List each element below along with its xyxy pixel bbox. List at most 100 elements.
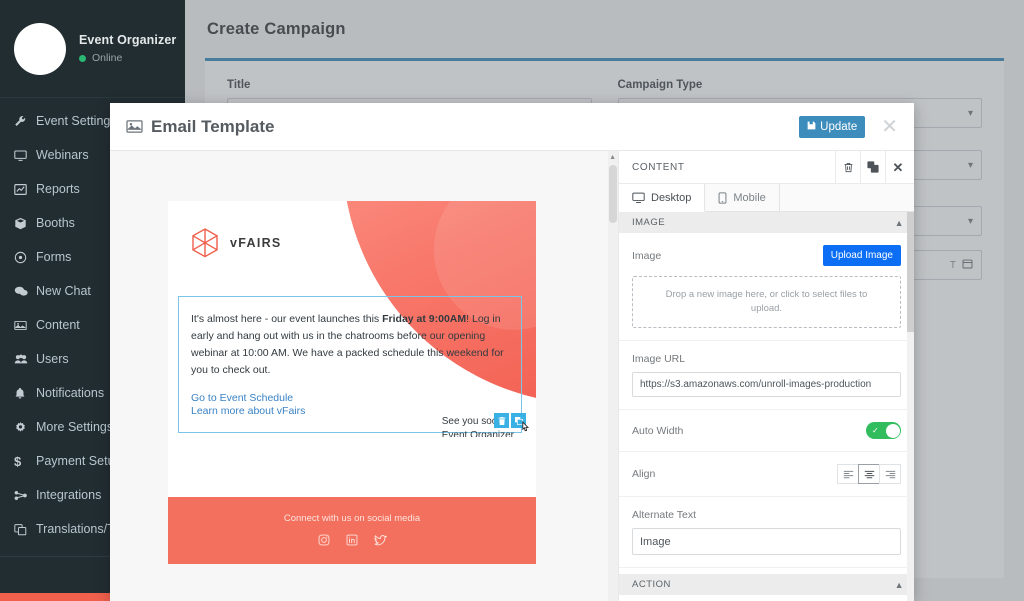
- tab-mobile[interactable]: Mobile: [705, 184, 780, 211]
- row-auto-width: Auto Width ✓: [619, 410, 914, 452]
- cube-icon: [14, 217, 36, 230]
- settings-scrollbar-thumb[interactable]: [907, 212, 914, 332]
- sidebar-item-label: More Settings: [36, 420, 114, 434]
- alternate-text-input[interactable]: Image: [632, 528, 901, 555]
- app-root: Create Campaign Title Campaign Type ▾ ▾: [0, 0, 1024, 601]
- sidebar-item-label: Payment Setup: [36, 454, 122, 468]
- settings-scroll-body: IMAGE ▲ Image Upload Image Drop a new im…: [619, 212, 914, 601]
- mobile-icon: [718, 192, 727, 204]
- alternate-text-label: Alternate Text: [632, 509, 697, 521]
- align-label: Align: [632, 468, 656, 480]
- modal-title-text: Email Template: [151, 116, 275, 136]
- translate-icon: [14, 523, 36, 536]
- align-center-button[interactable]: [858, 464, 880, 484]
- circle-dot-icon: [14, 251, 36, 264]
- monitor-icon: [14, 149, 36, 162]
- align-right-button[interactable]: [879, 464, 901, 484]
- signature-line-2: Event Organizer: [441, 429, 514, 438]
- plug-icon: [14, 489, 36, 502]
- sidebar-item-label: Reports: [36, 182, 80, 196]
- sidebar-item-label: Event Settings: [36, 114, 117, 128]
- email-preview-pane: vFAIRS It's almost here - our event laun…: [110, 151, 618, 601]
- image-url-label: Image URL: [632, 353, 686, 365]
- toggle-knob: [885, 423, 900, 438]
- users-icon: [14, 353, 36, 366]
- trash-icon[interactable]: [494, 413, 509, 428]
- email-hero: vFAIRS It's almost here - our event laun…: [168, 201, 536, 437]
- update-button[interactable]: Update: [799, 115, 866, 138]
- section-header-action[interactable]: ACTION ▲: [619, 574, 914, 595]
- avatar: [14, 22, 66, 75]
- chat-bubble-icon: [14, 285, 36, 298]
- tab-mobile-label: Mobile: [733, 192, 766, 204]
- preview-scrollbar[interactable]: ▲: [608, 151, 618, 601]
- update-button-label: Update: [820, 120, 858, 133]
- content-settings-panel: CONTENT ✕ Desktop Mobile IMAGE ▲ Image U…: [618, 150, 914, 601]
- close-icon[interactable]: ✕: [885, 150, 914, 184]
- modal-body: vFAIRS It's almost here - our event laun…: [110, 150, 914, 601]
- save-icon: [807, 121, 816, 133]
- image-icon: [14, 319, 36, 332]
- auto-width-label: Auto Width: [632, 424, 684, 437]
- settings-header: CONTENT ✕: [619, 150, 914, 184]
- gear-icon: [14, 421, 36, 434]
- align-left-button[interactable]: [837, 464, 859, 484]
- sidebar-item-label: Users: [36, 352, 69, 366]
- email-template-modal: Email Template Update ✕ vFAIRS It's almo…: [110, 103, 914, 601]
- tab-desktop-label: Desktop: [651, 192, 692, 204]
- settings-header-title: CONTENT: [632, 161, 685, 173]
- section-header-image[interactable]: IMAGE ▲: [619, 212, 914, 233]
- email-body-paragraph: It's almost here - our event launches th…: [191, 313, 504, 376]
- row-image-url: Image URL https://s3.amazonaws.com/unrol…: [619, 341, 914, 410]
- tab-desktop[interactable]: Desktop: [619, 184, 706, 212]
- image-url-input[interactable]: https://s3.amazonaws.com/unroll-images-p…: [632, 372, 901, 397]
- duplicate-icon[interactable]: [860, 150, 885, 184]
- sidebar-item-label: Forms: [36, 250, 72, 264]
- modal-header: Email Template Update ✕: [110, 103, 914, 151]
- email-link-event-schedule[interactable]: Go to Event Schedule: [191, 392, 509, 405]
- sidebar-user-name: Event Organizer: [79, 33, 177, 47]
- online-status-dot: [79, 54, 86, 62]
- chevron-up-icon: ▲: [894, 579, 904, 590]
- section-image-title: IMAGE: [632, 217, 666, 228]
- twitter-icon[interactable]: [374, 534, 387, 546]
- sidebar-user-panel[interactable]: Event Organizer Online: [0, 0, 185, 98]
- sidebar-item-label: Booths: [36, 216, 75, 230]
- chevron-up-icon[interactable]: ▲: [609, 154, 616, 161]
- email-body-bold: Friday at 9:00AM: [382, 313, 467, 325]
- modal-title: Email Template: [126, 117, 274, 137]
- sidebar-item-label: Integrations: [36, 488, 102, 502]
- sidebar-item-label: Webinars: [36, 148, 89, 162]
- check-icon: ✓: [872, 426, 879, 435]
- email-text-block-selected[interactable]: It's almost here - our event launches th…: [178, 296, 522, 434]
- auto-width-toggle[interactable]: ✓: [866, 422, 901, 439]
- sidebar-item-label: Notifications: [36, 386, 105, 400]
- vfairs-logo-icon: [190, 227, 220, 259]
- sidebar-user-status: Online: [92, 52, 123, 64]
- footer-text: Connect with us on social media: [283, 513, 421, 524]
- device-tabs: Desktop Mobile: [619, 184, 914, 212]
- upload-image-button[interactable]: Upload Image: [822, 245, 901, 266]
- row-align: Align: [619, 452, 914, 497]
- section-action-title: ACTION: [632, 579, 671, 590]
- email-footer: Connect with us on social media: [168, 497, 536, 564]
- row-image-link: Image Link Open Website ▼: [619, 595, 914, 601]
- align-button-group: [837, 464, 901, 484]
- footer-social-icons: [168, 534, 536, 546]
- settings-scrollbar[interactable]: [907, 212, 914, 601]
- preview-scrollbar-thumb[interactable]: [609, 165, 617, 223]
- row-alternate-text: Alternate Text Image: [619, 497, 914, 568]
- row-image-upload: Image Upload Image Drop a new image here…: [619, 233, 914, 341]
- sidebar-item-label: New Chat: [36, 284, 91, 298]
- linkedin-icon[interactable]: [346, 534, 358, 546]
- delete-icon[interactable]: [835, 150, 860, 184]
- chevron-up-icon: ▲: [894, 217, 904, 228]
- close-icon[interactable]: ✕: [875, 117, 904, 137]
- email-logo: vFAIRS: [190, 227, 282, 259]
- bell-icon: [14, 387, 36, 400]
- block-toolbar: [494, 413, 526, 428]
- instagram-icon[interactable]: [318, 534, 330, 546]
- duplicate-icon[interactable]: [511, 413, 526, 428]
- image-dropzone[interactable]: Drop a new image here, or click to selec…: [632, 276, 901, 328]
- dollar-icon: $: [14, 453, 22, 469]
